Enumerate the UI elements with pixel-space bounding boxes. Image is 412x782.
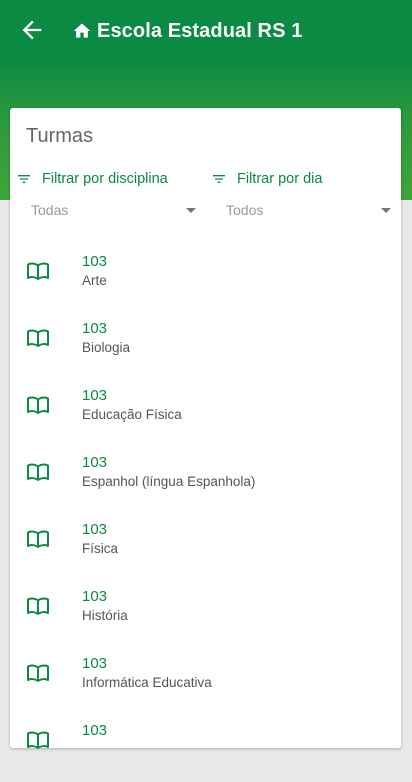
back-button[interactable] bbox=[18, 16, 46, 44]
dropdown-caret-icon bbox=[186, 208, 196, 213]
list-item[interactable]: 103 Informática Educativa bbox=[10, 648, 401, 715]
list-item[interactable]: 103 Educação Física bbox=[10, 380, 401, 447]
turmas-list: 103 Arte 103 Biologia 103 Educação Físic… bbox=[10, 246, 401, 782]
arrow-back-icon bbox=[22, 20, 42, 40]
turma-subject: Física bbox=[82, 541, 119, 556]
turma-subject: Arte bbox=[82, 273, 107, 288]
turma-code: 103 bbox=[82, 253, 108, 270]
turma-subject: Espanhol (língua Espanhola) bbox=[82, 474, 256, 489]
book-icon bbox=[27, 463, 49, 481]
book-icon bbox=[27, 262, 49, 280]
turma-code: 103 bbox=[82, 521, 108, 538]
toolbar: Escola Estadual RS 1 bbox=[0, 0, 412, 60]
dia-selected: Todos bbox=[226, 202, 264, 218]
book-icon bbox=[27, 530, 49, 548]
turma-code: 103 bbox=[82, 320, 108, 337]
book-icon bbox=[27, 396, 49, 414]
filter-icon bbox=[213, 175, 225, 183]
book-icon bbox=[27, 597, 49, 615]
list-item[interactable]: 103 Arte bbox=[10, 246, 401, 313]
home-icon bbox=[73, 23, 91, 38]
card-title: Turmas bbox=[26, 125, 94, 147]
turma-subject: Educação Física bbox=[82, 407, 182, 422]
turma-code: 103 bbox=[82, 722, 108, 739]
disciplina-selected: Todas bbox=[31, 202, 69, 218]
filter-dia-label[interactable]: Filtrar por dia bbox=[211, 171, 322, 187]
dropdown-caret-icon bbox=[381, 208, 391, 213]
turma-code: 103 bbox=[82, 454, 108, 471]
turma-code: 103 bbox=[82, 655, 108, 672]
list-item[interactable]: 103 Biologia bbox=[10, 313, 401, 380]
school-name: Escola Estadual RS 1 bbox=[97, 19, 303, 42]
turma-subject: Informática Educativa bbox=[82, 675, 212, 690]
list-item[interactable]: 103 Espanhol (língua Espanhola) bbox=[10, 447, 401, 514]
app-title: Escola Estadual RS 1 bbox=[72, 18, 302, 44]
turma-subject: História bbox=[82, 608, 128, 623]
disciplina-dropdown[interactable]: Todas bbox=[31, 200, 196, 222]
list-item[interactable]: 103 Física bbox=[10, 514, 401, 581]
filter-dia-text: Filtrar por dia bbox=[237, 171, 323, 187]
dia-dropdown[interactable]: Todos bbox=[226, 200, 391, 222]
turma-code: 103 bbox=[82, 588, 108, 605]
turmas-card: Turmas Filtrar por disciplina Filtrar po… bbox=[10, 108, 401, 749]
filter-disciplina-label[interactable]: Filtrar por disciplina bbox=[16, 171, 168, 187]
book-icon bbox=[27, 664, 49, 682]
filter-disciplina-text: Filtrar por disciplina bbox=[42, 171, 168, 187]
book-icon bbox=[27, 329, 49, 347]
filter-icon bbox=[18, 175, 30, 183]
list-item[interactable]: 103 bbox=[10, 715, 401, 782]
list-item[interactable]: 103 História bbox=[10, 581, 401, 648]
turma-subject: Biologia bbox=[82, 340, 131, 355]
turma-code: 103 bbox=[82, 387, 108, 404]
